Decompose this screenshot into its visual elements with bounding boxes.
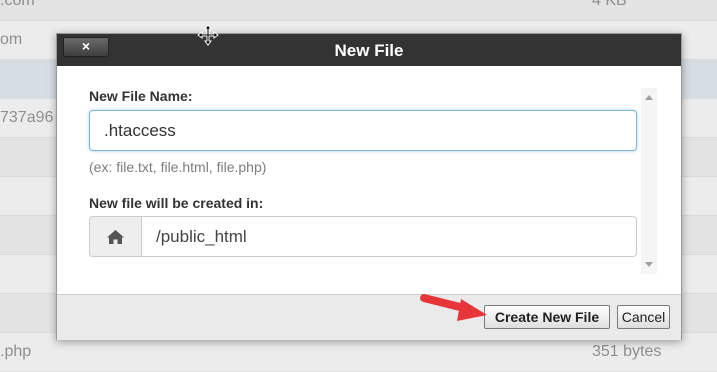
home-button[interactable] (90, 217, 142, 256)
cancel-button[interactable]: Cancel (617, 305, 670, 329)
location-field[interactable]: /public_html (89, 216, 637, 257)
file-name-label: New File Name: (89, 88, 193, 104)
dialog-scrollbar[interactable] (641, 88, 657, 274)
create-new-file-button[interactable]: Create New File (484, 305, 610, 329)
scroll-up-icon[interactable] (645, 95, 653, 100)
file-name-input[interactable] (89, 110, 637, 151)
scroll-down-icon[interactable] (645, 262, 653, 267)
file-name-hint: (ex: file.txt, file.html, file.php) (89, 159, 267, 175)
new-file-dialog: × New File New File Name: (ex: file.txt,… (56, 33, 682, 340)
dialog-body: New File Name: (ex: file.txt, file.html,… (57, 66, 681, 294)
dialog-title: New File (334, 41, 404, 60)
location-path: /public_html (156, 227, 247, 246)
dialog-footer: Create New File Cancel (57, 294, 681, 340)
location-label: New file will be created in: (89, 195, 264, 211)
home-icon (107, 230, 124, 244)
dialog-header[interactable]: × New File (57, 34, 681, 66)
move-cursor-icon (197, 24, 219, 46)
